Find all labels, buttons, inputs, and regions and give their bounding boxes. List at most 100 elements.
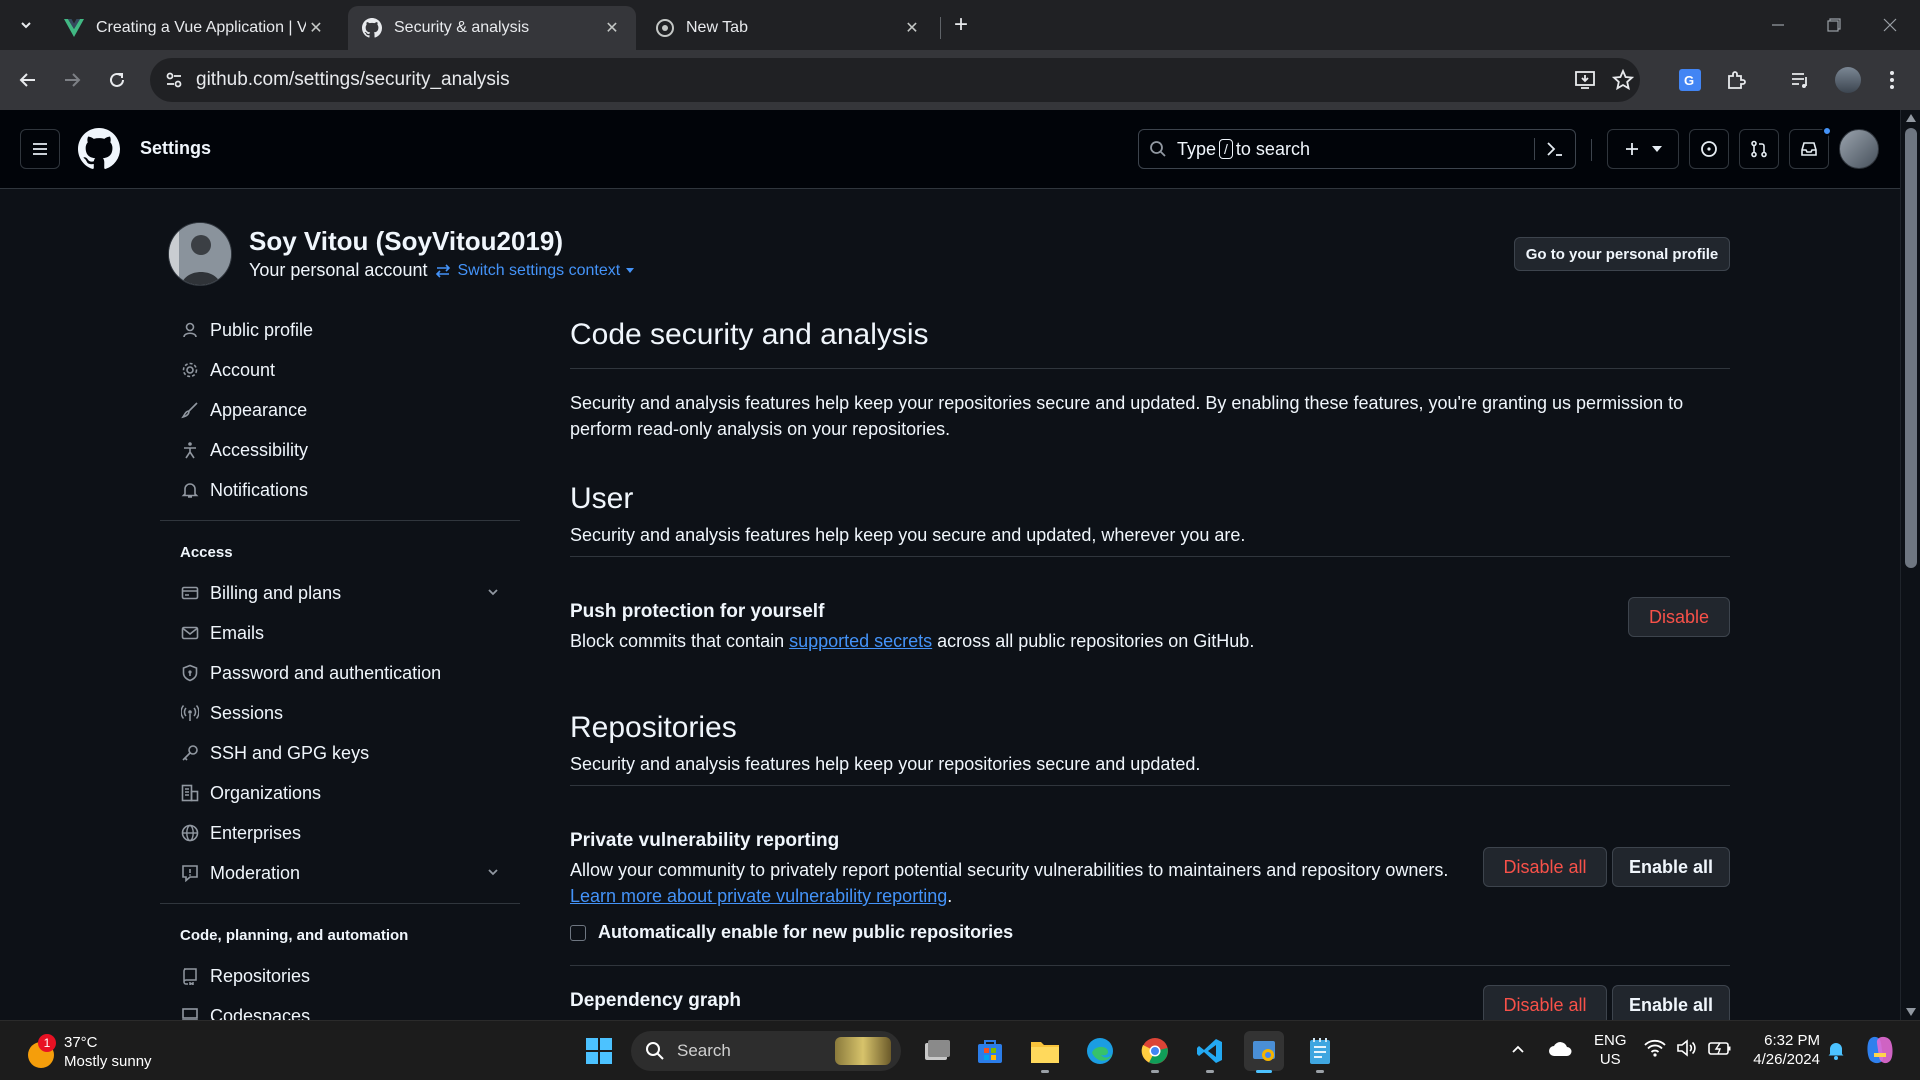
close-icon[interactable]: ✕ bbox=[602, 18, 622, 38]
sidebar-item-enterprises[interactable]: Enterprises bbox=[160, 813, 520, 853]
pvr-disable-all-button[interactable]: Disable all bbox=[1483, 847, 1607, 887]
windows-taskbar: 1 37°C Mostly sunny Search ENG US 6:32 P… bbox=[0, 1020, 1920, 1080]
show-hidden-icons-button[interactable] bbox=[1510, 1041, 1526, 1057]
extensions-button[interactable] bbox=[1720, 64, 1752, 96]
weather-widget[interactable]: 1 37°C Mostly sunny bbox=[24, 1033, 152, 1071]
pvr-enable-all-button[interactable]: Enable all bbox=[1612, 847, 1730, 887]
hamburger-icon bbox=[33, 143, 47, 155]
command-palette-icon[interactable] bbox=[1545, 139, 1565, 159]
scroll-down-icon[interactable] bbox=[1906, 1008, 1916, 1016]
sidebar-item-public-profile[interactable]: Public profile bbox=[160, 310, 520, 350]
switch-settings-context[interactable]: Switch settings context bbox=[435, 262, 635, 280]
sidebar-item-codespaces[interactable]: Codespaces bbox=[160, 996, 520, 1020]
shield-lock-icon bbox=[180, 663, 200, 683]
close-window-button[interactable] bbox=[1862, 0, 1918, 50]
running-indicator bbox=[1041, 1070, 1049, 1073]
weather-description: Mostly sunny bbox=[64, 1053, 152, 1070]
chrome-logo-icon bbox=[656, 19, 674, 37]
sidebar-item-emails[interactable]: Emails bbox=[160, 613, 520, 653]
file-explorer-button[interactable] bbox=[1025, 1031, 1065, 1073]
search-input[interactable]: Type / to search bbox=[1138, 129, 1576, 169]
reload-button[interactable] bbox=[101, 64, 133, 96]
create-new-button[interactable] bbox=[1607, 129, 1679, 169]
close-icon[interactable]: ✕ bbox=[306, 18, 326, 38]
notepad-button[interactable] bbox=[1300, 1031, 1340, 1073]
sidebar-divider bbox=[160, 903, 520, 904]
taskbar-search-label: Search bbox=[677, 1041, 731, 1060]
avatar bbox=[1835, 67, 1861, 93]
copilot-button[interactable] bbox=[1864, 1035, 1896, 1065]
settings-sidebar: Public profile Account Appearance Access… bbox=[160, 310, 520, 1020]
sidebar-item-appearance[interactable]: Appearance bbox=[160, 390, 520, 430]
edge-button[interactable] bbox=[1080, 1031, 1120, 1071]
restore-button[interactable] bbox=[1806, 0, 1862, 50]
sidebar-item-billing[interactable]: Billing and plans bbox=[160, 573, 520, 613]
system-tray-status[interactable] bbox=[1644, 1038, 1732, 1058]
sidebar-item-notifications[interactable]: Notifications bbox=[160, 470, 520, 510]
sidebar-item-repositories[interactable]: Repositories bbox=[160, 956, 520, 996]
pull-requests-button[interactable] bbox=[1739, 129, 1779, 169]
sidebar-item-accessibility[interactable]: Accessibility bbox=[160, 430, 520, 470]
language-indicator[interactable]: ENG US bbox=[1594, 1031, 1627, 1069]
close-icon[interactable]: ✕ bbox=[902, 18, 922, 38]
notification-center-button[interactable] bbox=[1827, 1040, 1845, 1060]
sidebar-item-label: Accessibility bbox=[210, 439, 309, 460]
media-controls-button[interactable] bbox=[1784, 64, 1816, 96]
ms-store-button[interactable] bbox=[970, 1031, 1010, 1071]
scrollbar-thumb[interactable] bbox=[1905, 128, 1917, 568]
tab-vue[interactable]: Creating a Vue Application | Vue ✕ bbox=[50, 6, 340, 50]
sidebar-item-label: Enterprises bbox=[210, 822, 302, 843]
dep-graph-enable-all-button[interactable]: Enable all bbox=[1612, 985, 1730, 1020]
hamburger-menu-button[interactable] bbox=[20, 129, 60, 169]
page-scrollbar[interactable] bbox=[1900, 110, 1920, 1020]
new-tab-button[interactable]: + bbox=[946, 10, 976, 40]
tab-security-analysis[interactable]: Security & analysis ✕ bbox=[348, 6, 636, 50]
sidebar-item-password-auth[interactable]: Password and authentication bbox=[160, 653, 520, 693]
tab-search-button[interactable] bbox=[10, 10, 42, 40]
site-settings-icon[interactable] bbox=[164, 70, 184, 90]
sidebar-item-account[interactable]: Account bbox=[160, 350, 520, 390]
sidebar-item-ssh-gpg[interactable]: SSH and GPG keys bbox=[160, 733, 520, 773]
forward-button[interactable] bbox=[56, 64, 88, 96]
credit-card-icon bbox=[180, 583, 200, 603]
push-protection-disable-button[interactable]: Disable bbox=[1628, 597, 1730, 637]
active-app-button[interactable] bbox=[1244, 1031, 1284, 1073]
task-view-button[interactable] bbox=[917, 1031, 957, 1071]
dep-graph-disable-all-button[interactable]: Disable all bbox=[1483, 985, 1607, 1020]
sidebar-item-moderation[interactable]: Moderation bbox=[160, 853, 520, 893]
notifications-button[interactable] bbox=[1789, 126, 1832, 169]
tab-new-tab[interactable]: New Tab ✕ bbox=[642, 6, 936, 50]
go-to-profile-button[interactable]: Go to your personal profile bbox=[1514, 237, 1730, 271]
profile-button[interactable] bbox=[1832, 64, 1864, 96]
minimize-icon bbox=[1772, 24, 1784, 26]
taskbar-search[interactable]: Search bbox=[631, 1031, 901, 1071]
start-button[interactable] bbox=[579, 1031, 619, 1071]
auto-enable-checkbox[interactable] bbox=[570, 924, 586, 941]
page-context-title[interactable]: Settings bbox=[140, 138, 211, 159]
bookmark-star-icon[interactable] bbox=[1612, 69, 1634, 91]
github-logo-icon bbox=[78, 128, 120, 169]
scroll-up-icon[interactable] bbox=[1906, 114, 1916, 122]
sidebar-item-organizations[interactable]: Organizations bbox=[160, 773, 520, 813]
address-bar[interactable]: github.com/settings/security_analysis bbox=[150, 58, 1640, 102]
minimize-button[interactable] bbox=[1750, 0, 1806, 50]
install-app-icon[interactable] bbox=[1574, 69, 1596, 91]
chrome-menu-button[interactable] bbox=[1876, 64, 1908, 96]
search-icon bbox=[1150, 141, 1166, 157]
supported-secrets-link[interactable]: supported secrets bbox=[789, 631, 932, 651]
onedrive-button[interactable] bbox=[1548, 1040, 1572, 1058]
sidebar-item-sessions[interactable]: Sessions bbox=[160, 693, 520, 733]
github-logo-link[interactable] bbox=[78, 128, 120, 170]
clock[interactable]: 6:32 PM 4/26/2024 bbox=[1740, 1031, 1820, 1069]
pvr-link-suffix: . bbox=[947, 886, 953, 906]
sidebar-item-label: Account bbox=[210, 359, 276, 380]
volume-icon bbox=[1677, 1039, 1696, 1057]
chrome-button[interactable] bbox=[1135, 1031, 1175, 1073]
back-button[interactable] bbox=[12, 64, 44, 96]
user-avatar-button[interactable] bbox=[1839, 129, 1879, 169]
issues-button[interactable] bbox=[1689, 129, 1729, 169]
vscode-button[interactable] bbox=[1190, 1031, 1230, 1073]
google-translate-button[interactable]: G bbox=[1674, 64, 1706, 96]
pvr-auto-enable-row[interactable]: Automatically enable for new public repo… bbox=[570, 922, 1013, 943]
pvr-learn-more-link[interactable]: Learn more about private vulnerability r… bbox=[570, 886, 947, 906]
